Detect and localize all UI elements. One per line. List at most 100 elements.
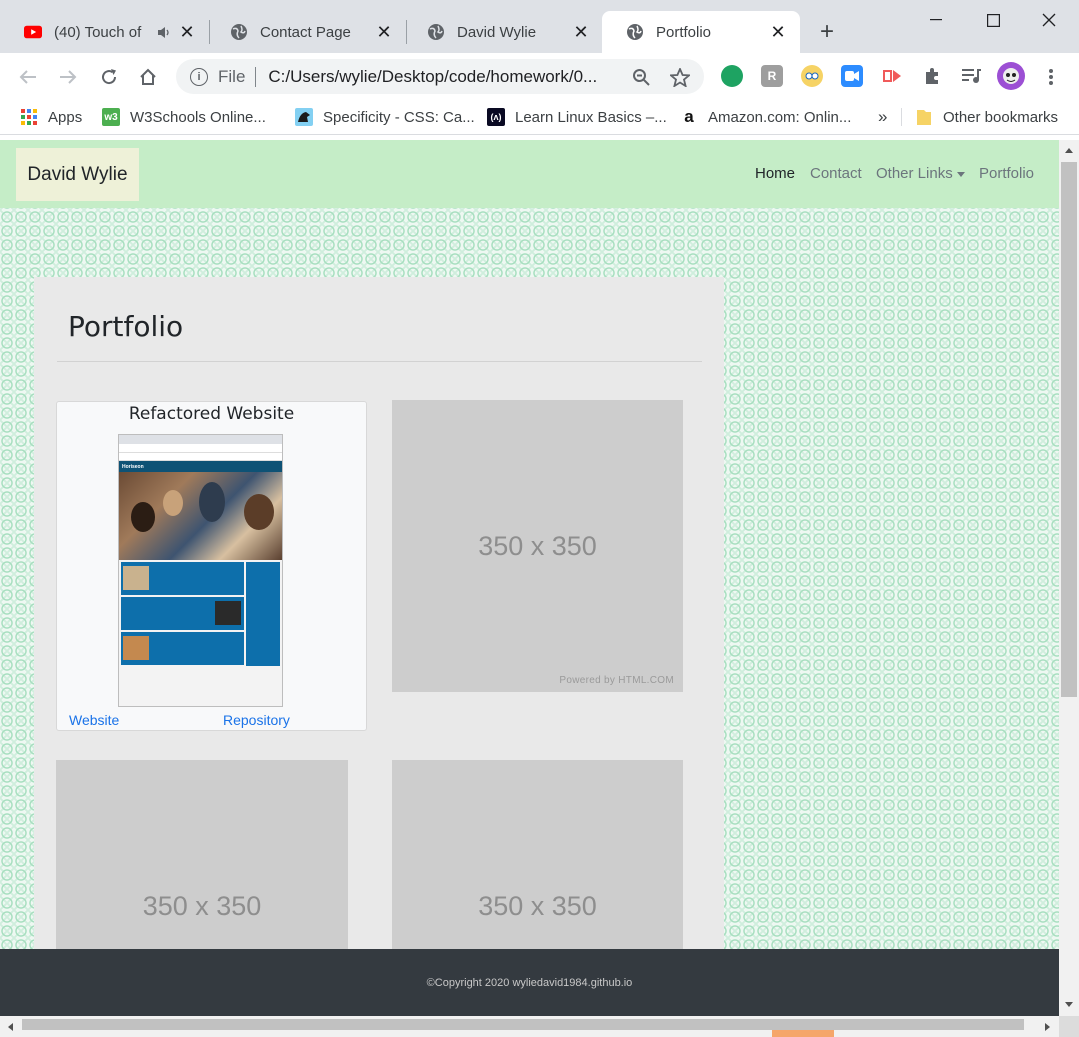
bookmark-apps[interactable]: Apps (20, 106, 82, 128)
close-tab-icon[interactable]: ✕ (571, 22, 591, 42)
nav-home[interactable]: Home (755, 165, 795, 182)
profile-avatar-icon[interactable] (997, 62, 1025, 90)
tab-label: Contact Page (260, 23, 351, 41)
website-link[interactable]: Website (69, 712, 119, 728)
browser-menu-icon[interactable] (1037, 63, 1065, 91)
audio-icon[interactable] (151, 22, 177, 42)
new-tab-button[interactable]: + (814, 20, 840, 46)
globe-icon (626, 23, 644, 41)
copyright-text: ©Copyright 2020 wyliedavid1984.github.io (426, 976, 633, 989)
tab-contact-page[interactable]: Contact Page ✕ (206, 11, 406, 53)
tab-label: David Wylie (457, 23, 537, 41)
placeholder-image: 350 x 350 Powered by HTML.COM (392, 400, 683, 692)
other-bookmarks[interactable]: Other bookmarks (915, 106, 1058, 128)
mdn-icon (295, 108, 313, 126)
site-navbar: David Wylie Home Contact Other Links Por… (0, 140, 1059, 208)
thumb-bookmarks (119, 453, 282, 461)
avatar-extension-icon[interactable] (801, 65, 823, 87)
extensions-puzzle-icon[interactable] (921, 65, 943, 87)
back-icon[interactable] (14, 63, 42, 91)
thumb-brand: Horiseon (122, 463, 144, 470)
bookmark-amazon[interactable]: a Amazon.com: Onlin... (680, 106, 851, 128)
placeholder-credit: Powered by HTML.COM (559, 675, 674, 686)
thumb-main (121, 562, 244, 667)
project-title: Refactored Website (128, 404, 295, 424)
scroll-up-icon[interactable] (1065, 148, 1073, 153)
tab-portfolio[interactable]: Portfolio ✕ (602, 11, 800, 53)
bookmark-freecodecamp[interactable]: (ʌ) Learn Linux Basics –... (487, 106, 667, 128)
w3schools-icon: w3 (102, 108, 120, 126)
nav-other-links[interactable]: Other Links (876, 165, 965, 182)
reload-icon[interactable] (95, 63, 123, 91)
project-screenshot[interactable]: Horiseon (118, 434, 283, 707)
scroll-down-icon[interactable] (1065, 1002, 1073, 1007)
url-divider (255, 66, 257, 87)
scroll-left-icon[interactable] (8, 1023, 13, 1031)
portfolio-panel: Portfolio Refactored Website Horiseon We… (34, 277, 724, 1016)
horizontal-scroll-thumb[interactable] (22, 1019, 1024, 1030)
tab-strip: (40) Touch of ✕ Contact Page ✕ David Wyl… (0, 0, 1079, 53)
scrollbar-corner (1059, 1016, 1079, 1037)
thumb-box (121, 632, 244, 665)
browser-toolbar: i File C:/Users/wylie/Desktop/code/homew… (0, 53, 1079, 99)
nav-contact[interactable]: Contact (810, 165, 862, 182)
thumb-toolbar (119, 444, 282, 453)
repository-link[interactable]: Repository (223, 712, 290, 728)
tab-label: Portfolio (656, 23, 712, 41)
thumb-footer (119, 676, 282, 706)
tab-youtube[interactable]: (40) Touch of ✕ (0, 11, 209, 53)
grammarly-icon[interactable] (721, 65, 743, 87)
bookmark-mdn[interactable]: Specificity - CSS: Ca... (295, 106, 475, 128)
vertical-scroll-thumb[interactable] (1061, 162, 1077, 697)
amazon-icon: a (684, 107, 694, 126)
bookmark-w3schools[interactable]: w3 W3Schools Online... (102, 106, 266, 128)
thumb-body (119, 560, 282, 669)
bookmark-label: Apps (48, 108, 83, 126)
page-viewport: David Wylie Home Contact Other Links Por… (0, 140, 1059, 1016)
close-tab-icon[interactable]: ✕ (177, 22, 197, 42)
bookmarks-bar: Apps w3 W3Schools Online... Specificity … (0, 99, 1079, 135)
zoom-icon[interactable] (631, 67, 651, 87)
screencast-icon[interactable] (881, 65, 903, 87)
tab-david-wylie[interactable]: David Wylie ✕ (403, 11, 603, 53)
address-bar[interactable]: i File C:/Users/wylie/Desktop/code/homew… (176, 59, 704, 94)
folder-icon (915, 108, 933, 126)
url-text[interactable]: C:/Users/wylie/Desktop/code/homework/0..… (268, 67, 614, 87)
bookmarks-overflow-button[interactable]: » (878, 106, 887, 128)
bookmark-star-icon[interactable] (670, 67, 690, 87)
nav-portfolio[interactable]: Portfolio (979, 165, 1034, 182)
apps-grid-icon (20, 108, 38, 126)
horizontal-scrollbar[interactable] (0, 1016, 1059, 1037)
info-icon[interactable]: i (190, 67, 208, 86)
taskbar-highlight (772, 1030, 834, 1037)
bookmark-label: Amazon.com: Onlin... (708, 108, 852, 126)
home-icon[interactable] (134, 63, 162, 91)
thumb-box (121, 562, 244, 595)
youtube-icon (24, 23, 42, 41)
bookmark-label: W3Schools Online... (130, 108, 266, 126)
dropdown-caret-icon (956, 171, 965, 177)
site-brand[interactable]: David Wylie (16, 148, 139, 201)
zoom-video-icon[interactable] (841, 65, 863, 87)
close-tab-icon[interactable]: ✕ (768, 22, 788, 42)
vertical-scrollbar[interactable] (1059, 140, 1079, 1016)
nav-other-links-label: Other Links (876, 165, 953, 182)
thumb-box (121, 597, 244, 630)
scroll-right-icon[interactable] (1045, 1023, 1050, 1031)
page-title: Portfolio (68, 310, 184, 343)
extension-r-icon[interactable]: R (761, 65, 783, 87)
minimize-icon[interactable] (908, 0, 964, 40)
placeholder-label: 350 x 350 (142, 890, 262, 921)
close-tab-icon[interactable]: ✕ (374, 22, 394, 42)
close-window-icon[interactable] (1021, 0, 1077, 40)
thumb-sidebar (246, 562, 280, 666)
bookmarks-divider (901, 108, 902, 126)
media-queue-icon[interactable] (960, 65, 982, 87)
title-divider (57, 361, 702, 362)
placeholder-label: 350 x 350 (478, 890, 597, 921)
maximize-icon[interactable] (965, 0, 1021, 40)
forward-icon[interactable] (54, 63, 82, 91)
project-card: Refactored Website Horiseon Website Repo… (56, 401, 367, 731)
site-footer: ©Copyright 2020 wyliedavid1984.github.io (0, 949, 1059, 1016)
url-scheme: File (218, 66, 246, 86)
